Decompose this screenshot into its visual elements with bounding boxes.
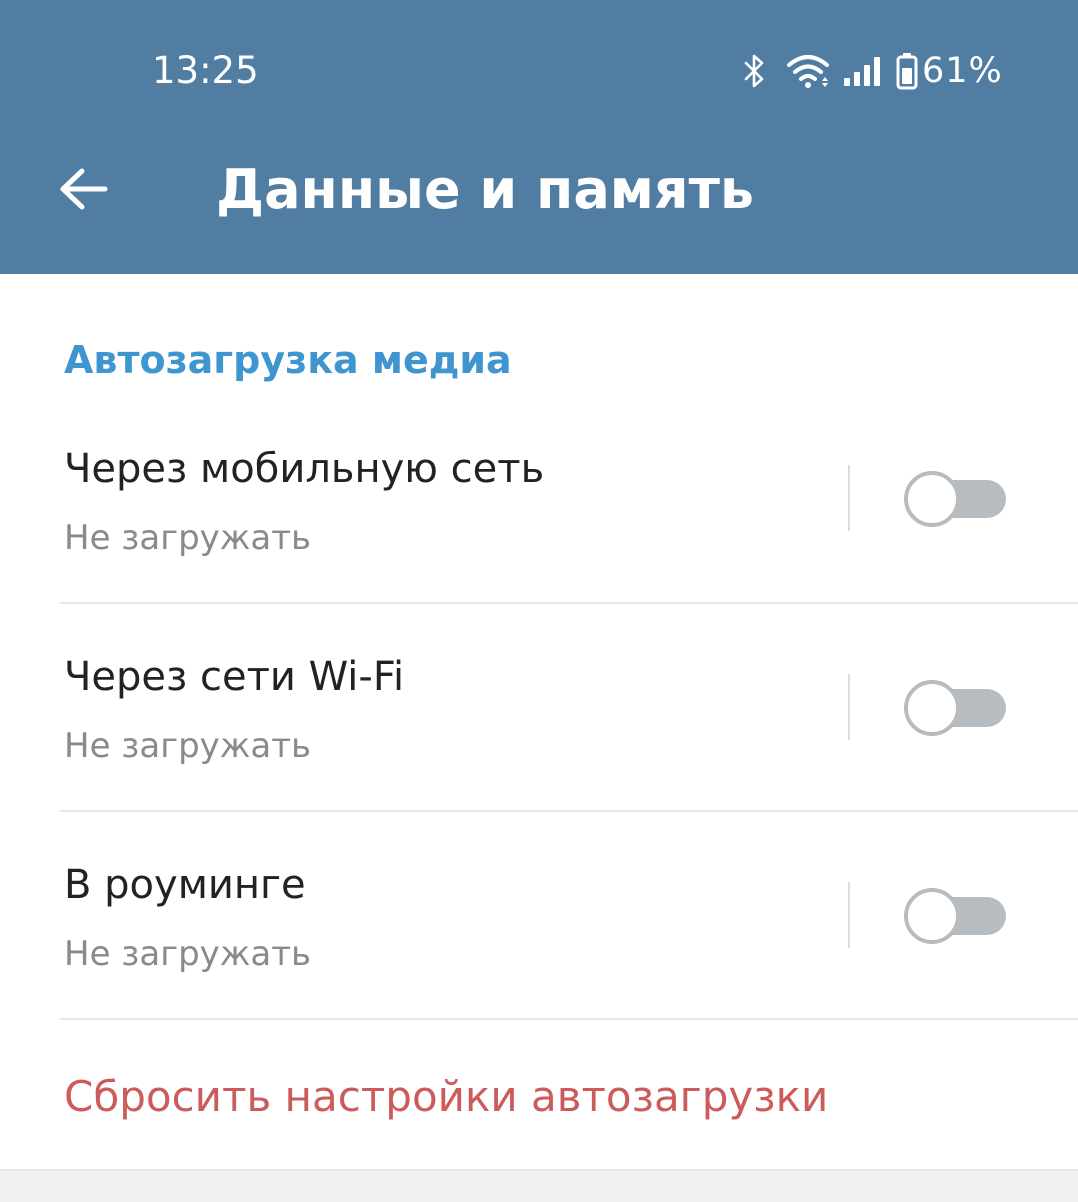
list-item-title: В роуминге [64, 862, 306, 908]
app-header: 13:25 61% Данные и память [0, 0, 1078, 274]
toolbar: Данные и память [0, 140, 1078, 240]
cell-signal-icon [842, 54, 886, 88]
bluetooth-icon [744, 53, 766, 89]
toggle-knob [904, 888, 960, 944]
battery-icon [896, 52, 918, 90]
wifi-icon [786, 53, 830, 89]
status-icons: 61% [744, 46, 1003, 96]
list-item-subtitle: Не загружать [64, 934, 312, 974]
list-item-wifi[interactable]: Через сети Wi-Fi Не загружать [0, 482, 1078, 766]
divider [60, 1018, 1078, 1020]
arrow-left-icon [57, 167, 109, 215]
list-item-roaming[interactable]: В роуминге Не загружать [0, 690, 1078, 974]
vertical-divider [848, 882, 850, 948]
status-time: 13:25 [152, 49, 259, 92]
toggle-roaming[interactable] [904, 888, 1006, 944]
list-item-mobile[interactable]: Через мобильную сеть Не загружать [0, 274, 1078, 558]
page-title: Данные и память [216, 158, 755, 221]
settings-list: Автозагрузка медиа Через мобильную сеть … [0, 274, 1078, 1169]
reset-autodownload-button[interactable]: Сбросить настройки автозагрузки [64, 1072, 828, 1122]
battery-percent: 61% [922, 51, 1003, 91]
bottom-background [0, 1169, 1078, 1202]
back-button[interactable] [40, 148, 126, 234]
